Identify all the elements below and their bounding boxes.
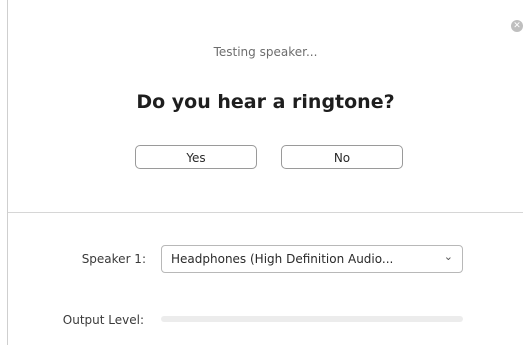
section-divider <box>8 212 523 213</box>
speaker-selected-value: Headphones (High Definition Audio... <box>171 252 394 266</box>
speaker-select[interactable]: Headphones (High Definition Audio... ⌄ <box>161 245 463 273</box>
testing-status-text: Testing speaker... <box>213 45 318 59</box>
close-icon[interactable]: ✕ <box>511 20 523 32</box>
speaker-label: Speaker 1: <box>81 252 146 266</box>
yes-button[interactable]: Yes <box>135 145 257 169</box>
chevron-down-icon: ⌄ <box>443 250 453 263</box>
output-level-meter <box>161 316 463 322</box>
ringtone-question: Do you hear a ringtone? <box>136 91 395 113</box>
no-button[interactable]: No <box>281 145 403 169</box>
speaker-test-dialog: ✕ Testing speaker... Do you hear a ringt… <box>0 0 523 345</box>
output-level-label: Output Level: <box>62 313 144 327</box>
